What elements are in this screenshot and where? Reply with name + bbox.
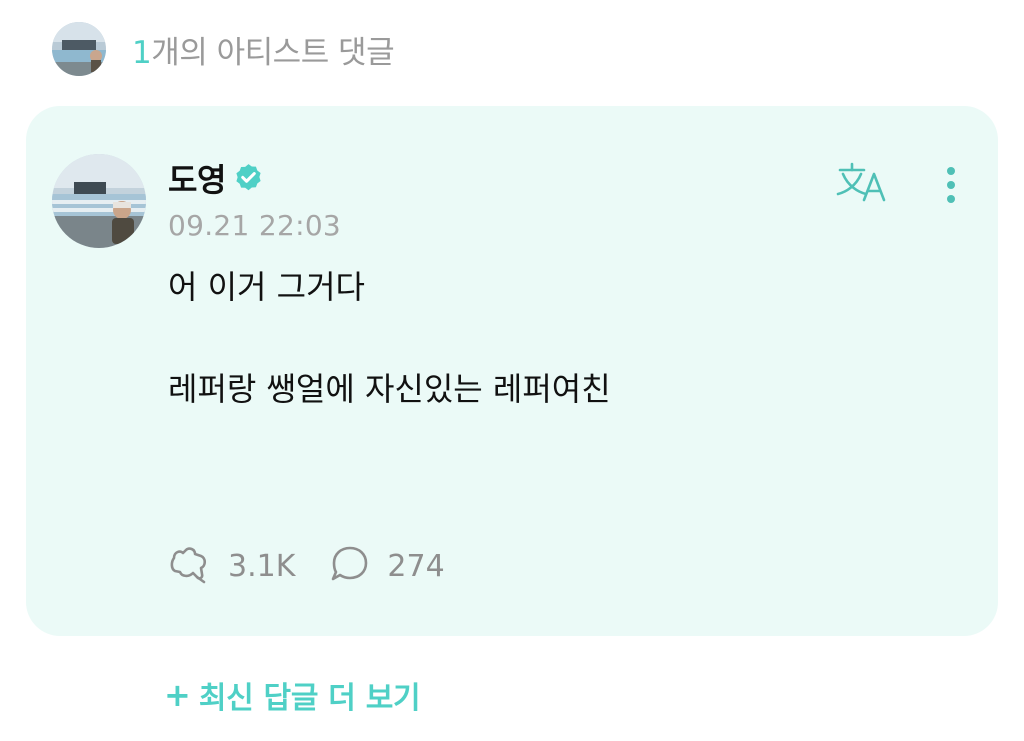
more-replies-button[interactable]: + 최신 답글 더 보기 xyxy=(164,672,421,718)
reply-bubble-icon xyxy=(329,543,371,589)
like-icon xyxy=(168,544,212,588)
artist-comments-title: 1개의 아티스트 댓글 xyxy=(132,27,395,72)
comment-line: 레퍼랑 쌩얼에 자신있는 레퍼여친 xyxy=(168,370,611,408)
comment-actions: 3.1K 274 xyxy=(168,544,445,588)
more-vertical-icon[interactable] xyxy=(936,162,966,208)
comment-timestamp: 09.21 22:03 xyxy=(168,209,342,242)
plus-icon: + xyxy=(164,676,191,714)
comment-line: 어 이거 그거다 xyxy=(168,268,365,306)
comment-page: 1개의 아티스트 댓글 도영 09.21 22:03 어 이거 그거다 레퍼랑 … xyxy=(0,0,1024,741)
like-count: 3.1K xyxy=(228,548,296,584)
reply-count: 274 xyxy=(387,548,445,584)
like-button[interactable]: 3.1K xyxy=(168,544,295,588)
artist-comment-card: 도영 09.21 22:03 어 이거 그거다 레퍼랑 쌩얼에 자신있는 레퍼여… xyxy=(26,106,998,636)
author-name[interactable]: 도영 xyxy=(168,155,226,201)
verified-badge-icon xyxy=(232,162,265,195)
artist-comments-header: 1개의 아티스트 댓글 xyxy=(52,22,395,76)
author-row: 도영 xyxy=(168,155,265,201)
artist-comments-label: 개의 아티스트 댓글 xyxy=(151,34,395,71)
artist-comment-count: 1 xyxy=(132,34,152,71)
translate-icon[interactable] xyxy=(834,158,894,208)
more-replies-label: 최신 답글 더 보기 xyxy=(198,681,421,716)
comment-body: 어 이거 그거다 레퍼랑 쌩얼에 자신있는 레퍼여친 xyxy=(168,263,611,413)
reply-button[interactable]: 274 xyxy=(329,543,445,589)
avatar[interactable] xyxy=(52,154,146,248)
header-avatar xyxy=(52,22,106,76)
